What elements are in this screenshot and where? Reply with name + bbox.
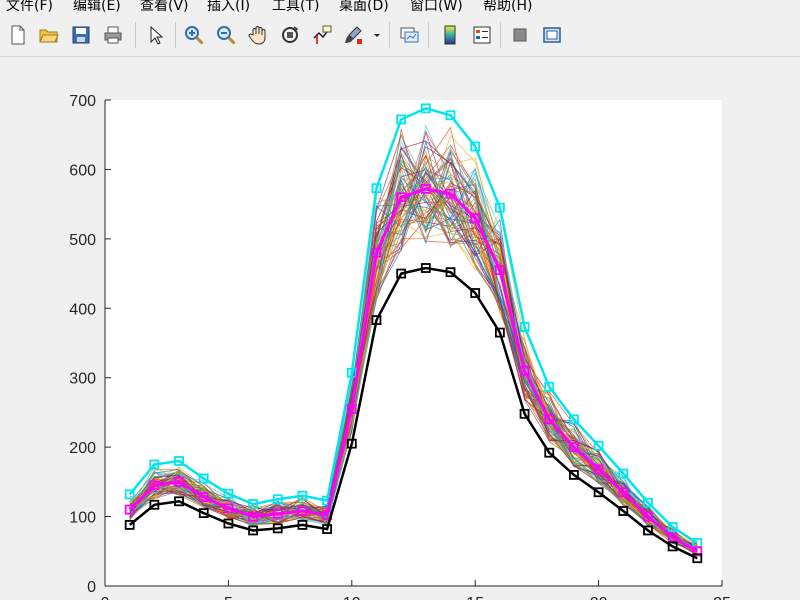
toolbar-separator bbox=[135, 22, 136, 48]
pointer-icon[interactable] bbox=[142, 22, 168, 48]
new-file-icon[interactable] bbox=[5, 22, 31, 48]
y-tick-label: 500 bbox=[69, 232, 96, 249]
y-tick-label: 100 bbox=[69, 510, 96, 527]
figure-window: 0 100 200 300 400 500 600 700 0 5 10 15 20 25 bbox=[0, 57, 800, 600]
plot-area[interactable]: 0 100 200 300 400 500 600 700 0 5 10 15 20 25 bbox=[0, 57, 800, 600]
zoom-in-icon[interactable] bbox=[181, 22, 207, 48]
toolbar-separator bbox=[389, 22, 390, 48]
menu-insert[interactable]: 插入(I) bbox=[207, 0, 250, 14]
brush-dropdown-icon[interactable] bbox=[370, 22, 384, 48]
x-tick-label: 15 bbox=[466, 595, 484, 600]
x-tick-label: 10 bbox=[343, 595, 361, 600]
menu-window[interactable]: 窗口(W) bbox=[410, 0, 463, 14]
show-plot-tools-icon[interactable] bbox=[539, 22, 565, 48]
x-tick-label: 5 bbox=[224, 595, 233, 600]
brush-icon[interactable] bbox=[340, 22, 366, 48]
legend-icon[interactable] bbox=[469, 22, 495, 48]
colorbar-icon[interactable] bbox=[437, 22, 463, 48]
rotate-3d-icon[interactable] bbox=[277, 22, 303, 48]
print-icon[interactable] bbox=[100, 22, 126, 48]
y-tick-label: 200 bbox=[69, 440, 96, 457]
y-tick-label: 0 bbox=[87, 579, 96, 596]
menu-tools[interactable]: 工具(T) bbox=[272, 0, 319, 14]
menu-file[interactable]: 文件(F) bbox=[6, 0, 53, 14]
save-icon[interactable] bbox=[68, 22, 94, 48]
data-cursor-icon[interactable] bbox=[309, 22, 335, 48]
menu-view[interactable]: 查看(V) bbox=[140, 0, 189, 14]
hide-plot-tools-icon[interactable] bbox=[507, 22, 533, 48]
toolbar-separator bbox=[500, 22, 501, 48]
x-tick-label: 25 bbox=[713, 595, 731, 600]
link-plot-icon[interactable] bbox=[396, 22, 422, 48]
toolbar-separator bbox=[428, 22, 429, 48]
menu-desktop[interactable]: 桌面(D) bbox=[339, 0, 389, 14]
y-tick-label: 400 bbox=[69, 301, 96, 318]
y-tick-label: 600 bbox=[69, 162, 96, 179]
menu-edit[interactable]: 编辑(E) bbox=[73, 0, 121, 14]
x-tick-label: 20 bbox=[590, 595, 608, 600]
menu-help[interactable]: 帮助(H) bbox=[483, 0, 532, 14]
zoom-out-icon[interactable] bbox=[213, 22, 239, 48]
pan-icon[interactable] bbox=[245, 22, 271, 48]
y-tick-label: 300 bbox=[69, 371, 96, 388]
menu-bar: 文件(F) 编辑(E) 查看(V) 插入(I) 工具(T) 桌面(D) 窗口(W… bbox=[0, 0, 800, 14]
x-tick-label: 0 bbox=[101, 595, 110, 600]
y-tick-label: 700 bbox=[69, 93, 96, 110]
figure-toolbar bbox=[0, 14, 800, 57]
open-folder-icon[interactable] bbox=[36, 22, 62, 48]
toolbar-separator bbox=[175, 22, 176, 48]
